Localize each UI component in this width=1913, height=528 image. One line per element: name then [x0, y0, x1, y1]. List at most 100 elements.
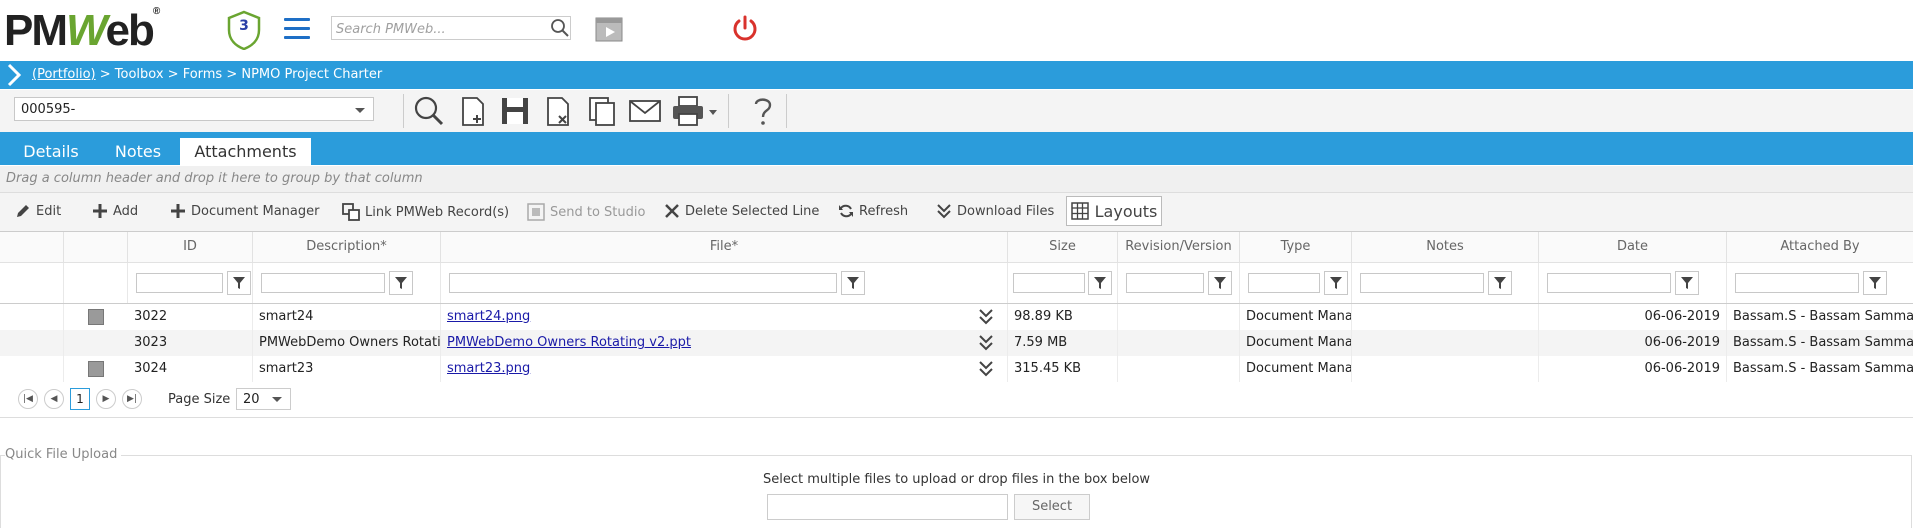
table-row[interactable]: 3023PMWebDemo Owners Rotating v2 PMWebDem… — [0, 330, 1913, 356]
filter-icon[interactable] — [1863, 271, 1887, 295]
filter-icon[interactable] — [1675, 271, 1699, 295]
grid-action-toolbar: Edit Add Document Manager Link PMWeb Rec… — [0, 193, 1913, 232]
filter-icon[interactable] — [1088, 271, 1112, 295]
global-search[interactable] — [331, 16, 571, 41]
cell-notes — [1352, 356, 1539, 382]
file-link[interactable]: smart23.png — [447, 361, 530, 376]
tab-notes[interactable]: Notes — [96, 138, 180, 165]
first-page-icon[interactable]: |◀ — [18, 389, 38, 409]
column-header-notes[interactable]: Notes — [1352, 232, 1539, 262]
edit-button[interactable]: Edit — [15, 203, 61, 219]
file-link[interactable]: PMWebDemo Owners Rotating v2.ppt — [447, 335, 691, 350]
close-icon — [665, 204, 679, 218]
pmweb-logo[interactable]: PMWeb® — [4, 6, 160, 56]
cell-description: PMWebDemo Owners Rotating v2 — [253, 330, 441, 356]
save-icon[interactable] — [497, 94, 533, 128]
send-to-studio-button[interactable]: Send to Studio — [527, 203, 645, 221]
grid-pager: |◀ ◀ 1 ▶ ▶| Page Size 20 — [0, 383, 1913, 418]
send-to-studio-button-label: Send to Studio — [550, 204, 646, 220]
filter-cell-thumbnail — [64, 263, 128, 303]
add-button[interactable]: Add — [92, 203, 138, 219]
grid-filter-row — [0, 263, 1913, 304]
column-header-date[interactable]: Date — [1539, 232, 1727, 262]
search-icon[interactable] — [550, 18, 570, 38]
search-input[interactable] — [332, 17, 543, 41]
filter-input-id[interactable] — [136, 273, 223, 293]
column-header-id[interactable]: ID — [128, 232, 253, 262]
filter-icon[interactable] — [389, 271, 413, 295]
download-files-button[interactable]: Download Files — [936, 203, 1054, 219]
print-icon[interactable] — [670, 94, 706, 128]
filter-input-size[interactable] — [1013, 273, 1085, 293]
refresh-button-label: Refresh — [859, 203, 909, 219]
column-header-revision[interactable]: Revision/Version — [1118, 232, 1240, 262]
record-selector[interactable]: 000595- — [14, 97, 374, 121]
chevron-right-icon[interactable] — [4, 63, 24, 87]
link-records-icon — [342, 203, 360, 221]
layouts-button[interactable]: Layouts — [1066, 196, 1162, 226]
tab-details[interactable]: Details — [6, 138, 96, 165]
filter-cell-size — [1008, 263, 1118, 303]
tab-attachments[interactable]: Attachments — [180, 138, 311, 165]
column-header-description[interactable]: Description* — [253, 232, 441, 262]
file-thumbnail-icon[interactable] — [88, 361, 104, 377]
studio-icon[interactable] — [595, 15, 623, 43]
group-by-panel[interactable]: Drag a column header and drop it here to… — [0, 166, 1913, 193]
filter-input-notes[interactable] — [1360, 273, 1484, 293]
double-chevron-down-icon[interactable] — [978, 334, 994, 352]
filter-input-type[interactable] — [1248, 273, 1320, 293]
current-page[interactable]: 1 — [70, 388, 90, 410]
column-header-attached-by[interactable]: Attached By — [1727, 232, 1913, 262]
column-header-size[interactable]: Size — [1008, 232, 1118, 262]
refresh-button[interactable]: Refresh — [838, 203, 908, 219]
filter-input-date[interactable] — [1547, 273, 1671, 293]
delete-selected-line-button[interactable]: Delete Selected Line — [664, 203, 819, 219]
document-manager-button[interactable]: Document Manager — [170, 203, 319, 219]
select-files-button[interactable]: Select — [1014, 494, 1090, 520]
page-size-select[interactable]: 20 — [236, 388, 291, 410]
filter-icon[interactable] — [841, 271, 865, 295]
column-header-thumbnail — [64, 232, 128, 262]
add-new-icon[interactable] — [455, 94, 491, 128]
cell-file: smart24.png — [441, 304, 1008, 330]
double-chevron-down-icon[interactable] — [978, 360, 994, 378]
filter-icon[interactable] — [1488, 271, 1512, 295]
chevron-down-icon[interactable] — [272, 397, 282, 402]
chevron-down-icon[interactable] — [355, 108, 365, 113]
filter-input-attached-by[interactable] — [1735, 273, 1859, 293]
copy-icon[interactable] — [584, 94, 620, 128]
double-chevron-down-icon[interactable] — [978, 308, 994, 326]
column-header-type[interactable]: Type — [1240, 232, 1352, 262]
filter-input-revision[interactable] — [1126, 273, 1204, 293]
print-options-chevron-down-icon[interactable] — [706, 94, 720, 128]
hamburger-menu-icon[interactable] — [284, 18, 310, 40]
logo-text-w: W — [66, 6, 108, 55]
search-icon[interactable] — [411, 94, 447, 128]
table-row[interactable]: 3022 smart24 smart24.png 98.89 KB Document M… — [0, 304, 1913, 330]
filter-icon[interactable] — [1324, 271, 1348, 295]
cell-attached-by: Bassam.S - Bassam Samman — [1733, 335, 1913, 350]
cell-id: 3022 — [128, 304, 253, 330]
previous-page-icon[interactable]: ◀ — [44, 389, 64, 409]
plus-icon — [93, 204, 107, 218]
delete-icon[interactable] — [540, 94, 576, 128]
column-header-file[interactable]: File* — [441, 232, 1008, 262]
breadcrumb-portfolio-link[interactable]: (Portfolio) — [32, 67, 96, 82]
email-icon[interactable] — [627, 94, 663, 128]
last-page-icon[interactable]: ▶| — [122, 389, 142, 409]
filter-input-file[interactable] — [449, 273, 837, 293]
filter-icon[interactable] — [1208, 271, 1232, 295]
link-record-button[interactable]: Link PMWeb Record(s) — [342, 203, 509, 221]
filter-input-description[interactable] — [261, 273, 385, 293]
quick-upload-instruction: Select multiple files to upload or drop … — [762, 472, 1151, 487]
table-row[interactable]: 3024 smart23 smart23.png 315.45 KB Document … — [0, 356, 1913, 382]
filter-cell-file — [441, 263, 1008, 303]
filter-cell-revision — [1118, 263, 1240, 303]
filter-icon[interactable] — [227, 271, 251, 295]
power-icon[interactable] — [730, 14, 760, 44]
file-link[interactable]: smart24.png — [447, 309, 530, 324]
file-thumbnail-icon[interactable] — [88, 309, 104, 325]
quick-upload-file-field[interactable] — [767, 494, 1008, 520]
next-page-icon[interactable]: ▶ — [96, 389, 116, 409]
help-icon[interactable] — [745, 94, 781, 128]
